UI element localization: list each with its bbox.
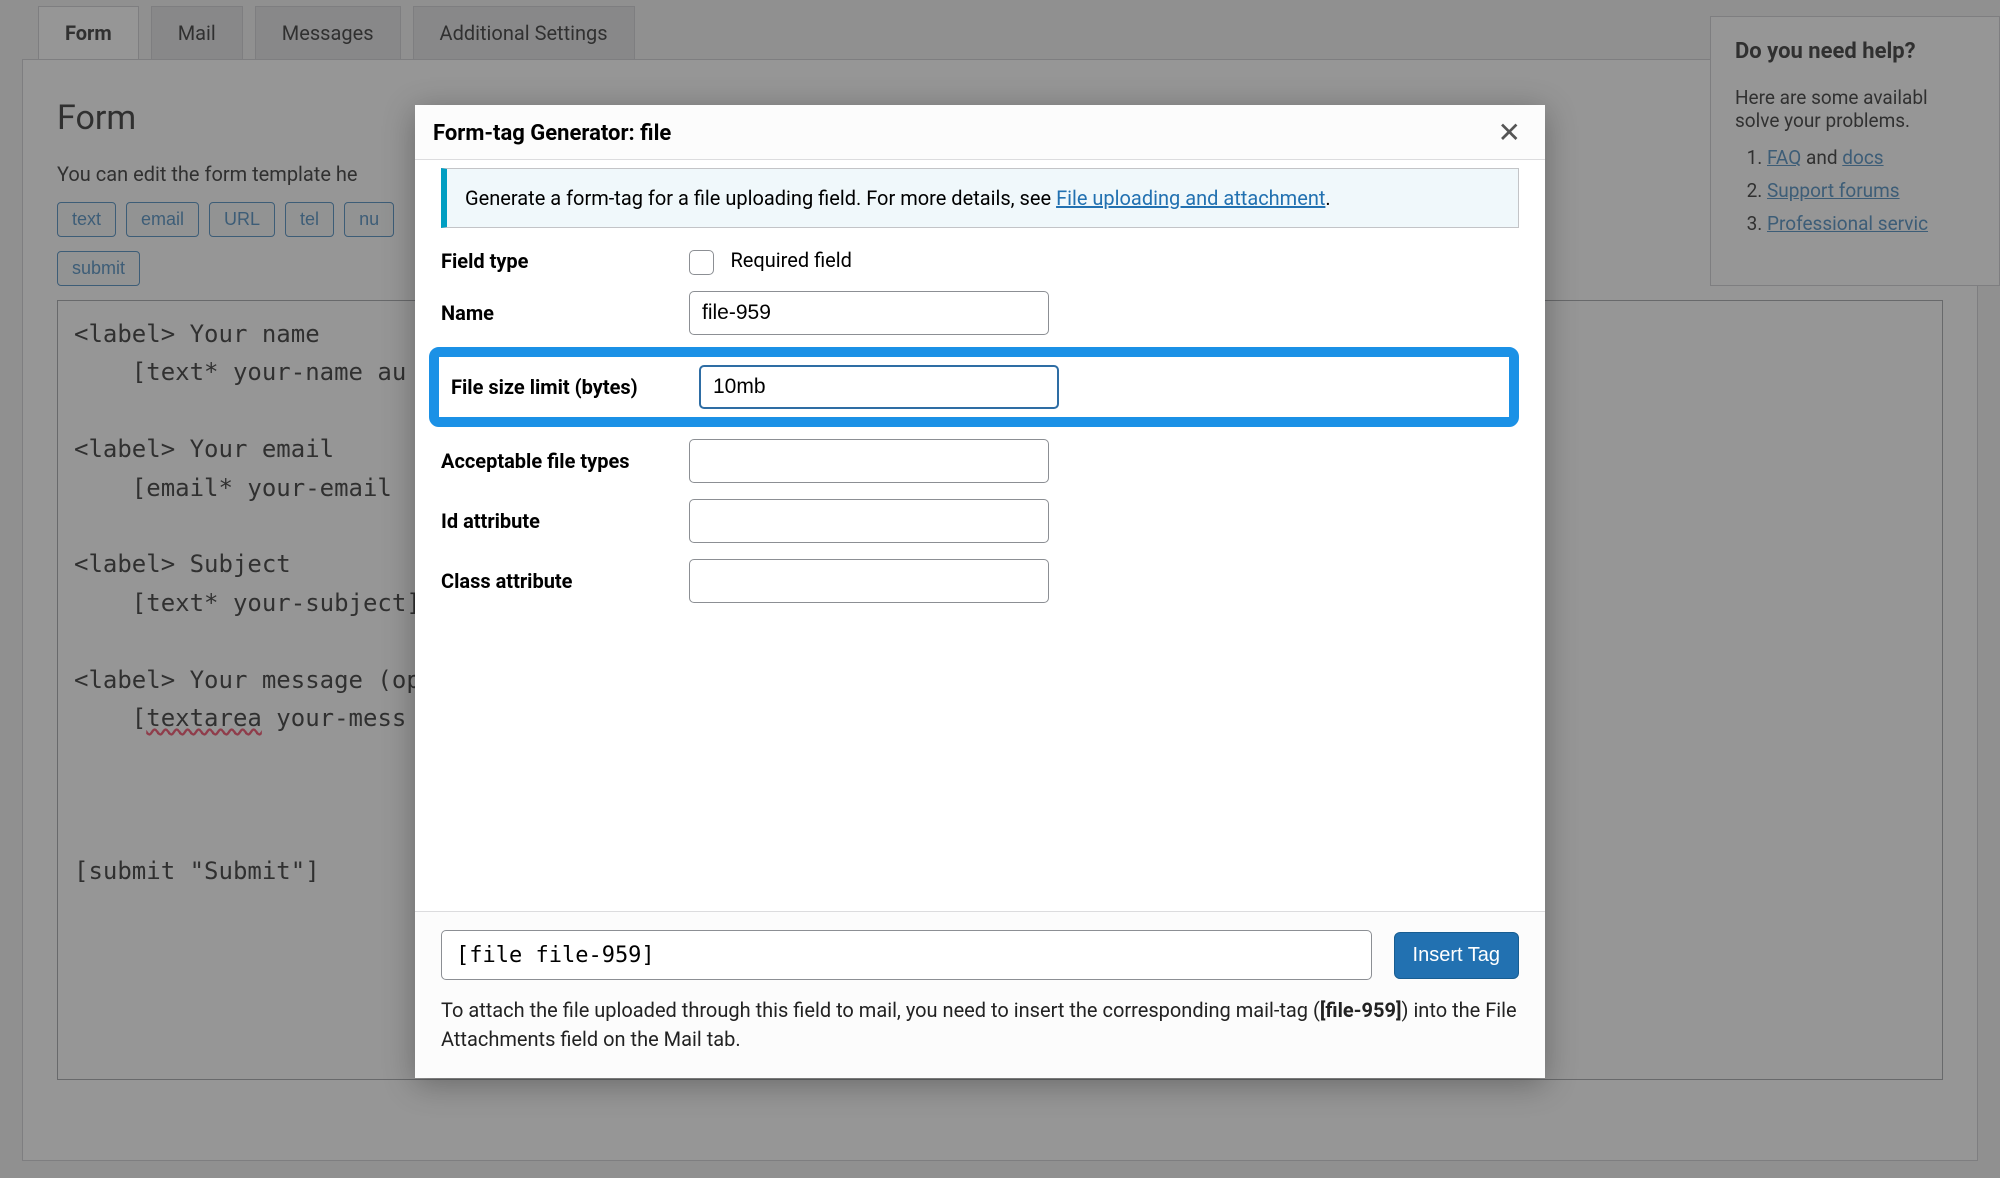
required-label: Required field bbox=[730, 248, 851, 272]
row-accept: Acceptable file types bbox=[441, 431, 1519, 491]
modal-header: Form-tag Generator: file ✕ bbox=[415, 105, 1545, 160]
row-field-type: Field type Required field bbox=[441, 240, 1519, 283]
row-class-attr: Class attribute bbox=[441, 551, 1519, 611]
modal-footer: Insert Tag To attach the file uploaded t… bbox=[415, 911, 1545, 1078]
footer-mailtag: [file-959] bbox=[1320, 998, 1402, 1022]
class-attr-input[interactable] bbox=[689, 559, 1049, 603]
insert-tag-button[interactable]: Insert Tag bbox=[1394, 932, 1519, 979]
file-size-input[interactable] bbox=[699, 365, 1059, 409]
label-accept: Acceptable file types bbox=[441, 448, 689, 475]
id-attr-input[interactable] bbox=[689, 499, 1049, 543]
label-name: Name bbox=[441, 300, 689, 327]
footer-note: To attach the file uploaded through this… bbox=[441, 996, 1519, 1054]
formtag-modal: Form-tag Generator: file ✕ Generate a fo… bbox=[415, 105, 1545, 1078]
modal-title: Form-tag Generator: file bbox=[433, 121, 671, 146]
link-file-upload-docs[interactable]: File uploading and attachment bbox=[1056, 186, 1325, 210]
info-text: . bbox=[1325, 186, 1330, 210]
label-class-attr: Class attribute bbox=[441, 568, 689, 595]
row-id-attr: Id attribute bbox=[441, 491, 1519, 551]
tag-output[interactable] bbox=[441, 930, 1372, 980]
close-icon[interactable]: ✕ bbox=[1492, 119, 1527, 147]
label-file-size: File size limit (bytes) bbox=[451, 374, 699, 401]
row-file-size-limit: File size limit (bytes) bbox=[429, 347, 1519, 427]
label-field-type: Field type bbox=[441, 248, 689, 275]
label-id-attr: Id attribute bbox=[441, 508, 689, 535]
accept-types-input[interactable] bbox=[689, 439, 1049, 483]
info-text: Generate a form-tag for a file uploading… bbox=[465, 186, 1056, 210]
row-name: Name bbox=[441, 283, 1519, 343]
modal-form: Field type Required field Name File size… bbox=[441, 240, 1519, 611]
footer-row: Insert Tag bbox=[441, 930, 1519, 980]
modal-infobox: Generate a form-tag for a file uploading… bbox=[441, 168, 1519, 228]
modal-body: Generate a form-tag for a file uploading… bbox=[415, 160, 1545, 911]
required-checkbox[interactable] bbox=[689, 250, 714, 275]
name-input[interactable] bbox=[689, 291, 1049, 335]
footer-text: To attach the file uploaded through this… bbox=[441, 998, 1320, 1022]
